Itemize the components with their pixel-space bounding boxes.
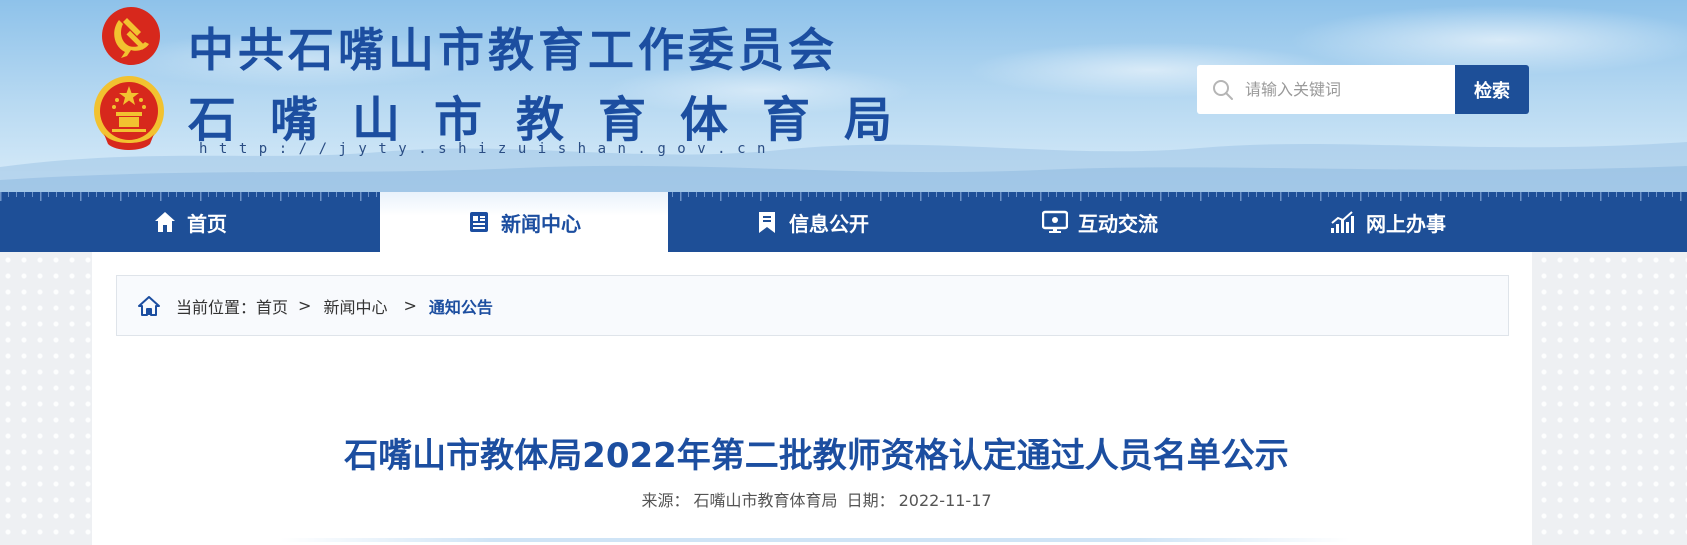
chart-icon — [1331, 211, 1354, 233]
article-meta: 来源： 石嘴山市教育体育局 日期： 2022-11-17 — [0, 487, 1687, 511]
breadcrumb-item-home[interactable]: 首页 — [256, 294, 288, 318]
title-divider — [280, 538, 1350, 542]
search-icon — [1213, 79, 1233, 100]
nav-item-home[interactable]: 首页 — [0, 192, 380, 252]
breadcrumb-item-notices[interactable]: 通知公告 — [429, 294, 493, 318]
site-title-line2: 石嘴山市教育体育局 — [188, 92, 927, 148]
nav-item-label: 新闻中心 — [501, 211, 581, 236]
breadcrumb-separator: > — [298, 296, 312, 315]
monitor-icon — [1042, 210, 1068, 233]
nav-item-label: 首页 — [187, 211, 227, 236]
home-icon — [155, 212, 175, 232]
source-label: 来源： — [641, 491, 690, 510]
breadcrumb-home-icon — [138, 295, 160, 316]
nav-item-info-disclosure[interactable]: 信息公开 — [668, 192, 956, 252]
date-label: 日期： — [846, 491, 895, 510]
article-title: 石嘴山市教体局2022年第二批教师资格认定通过人员名单公示 — [344, 436, 1289, 476]
party-emblem-icon — [102, 7, 160, 65]
breadcrumb-separator: > — [403, 296, 417, 315]
breadcrumb-prefix: 当前位置： — [176, 297, 257, 317]
search-box — [1197, 65, 1459, 114]
search-button[interactable]: 检索 — [1455, 65, 1529, 114]
nav-item-label: 信息公开 — [789, 211, 869, 236]
breadcrumb-item-news[interactable]: 新闻中心 — [323, 294, 387, 318]
nav-item-interaction[interactable]: 互动交流 — [956, 192, 1244, 252]
nav-item-online-services[interactable]: 网上办事 — [1244, 192, 1532, 252]
article-source: 石嘴山市教育体育局 — [693, 491, 838, 510]
news-icon — [470, 212, 488, 232]
nav-item-label: 互动交流 — [1078, 211, 1158, 236]
search-input[interactable] — [1245, 74, 1445, 105]
site-title-line1: 中共石嘴山市教育工作委员会 — [188, 23, 838, 77]
site-url: http://jyty.shizuishan.gov.cn — [199, 141, 777, 157]
nav-item-label: 网上办事 — [1366, 211, 1446, 236]
breadcrumb: 当前位置： 首页 > 新闻中心 > 通知公告 — [116, 275, 1509, 336]
nav-item-news[interactable]: 新闻中心 — [380, 192, 668, 252]
national-emblem-icon — [94, 76, 164, 150]
article-date: 2022-11-17 — [898, 491, 992, 510]
bookmark-icon — [759, 212, 775, 233]
